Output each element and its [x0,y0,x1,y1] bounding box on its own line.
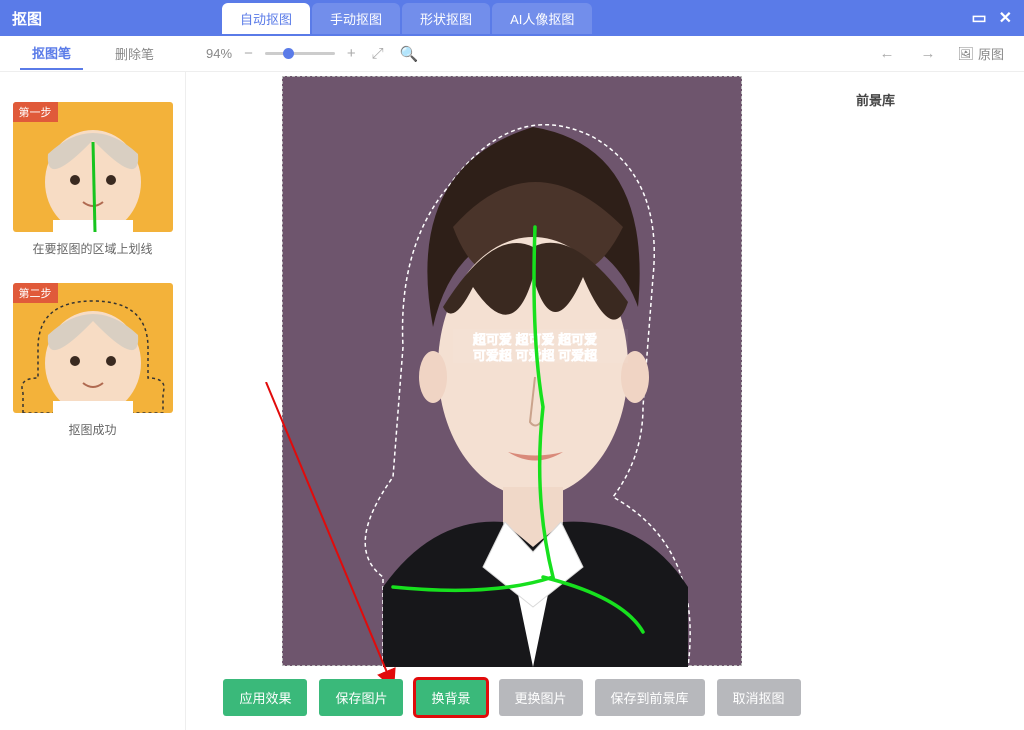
fg-lib-title: 前景库 [856,90,1006,109]
zoom-value: 94% [206,46,232,61]
apply-button[interactable]: 应用效果 [223,679,307,716]
save-fg-button[interactable]: 保存到前景库 [595,679,705,716]
fit-icon[interactable]: ⤢ [368,43,388,64]
minimize-icon[interactable]: ▭ [971,8,986,28]
guide-step1-thumb: 第一步 [13,102,173,232]
guide-step2-thumb: 第二步 [13,283,173,413]
change-image-button[interactable]: 更换图片 [499,679,583,716]
foreground-library-panel: 前景库 [838,72,1024,730]
erase-tool[interactable]: 删除笔 [103,38,166,69]
titlebar: 抠图 自动抠图 手动抠图 形状抠图 AI人像抠图 ▭ ✕ [0,0,1024,36]
image-icon: 🖼 [957,46,974,62]
step1-caption: 在要抠图的区域上划线 [32,240,152,257]
zoom-slider[interactable] [265,52,335,55]
action-bar: 应用效果 保存图片 换背景 更换图片 保存到前景库 取消抠图 [186,679,838,716]
tab-auto[interactable]: 自动抠图 [222,3,310,34]
cancel-button[interactable]: 取消抠图 [717,679,801,716]
step2-caption: 抠图成功 [68,421,116,438]
zoom-out-icon[interactable]: − [240,43,257,64]
editing-canvas[interactable]: 超可爱 超可爱 超可爱 可爱超 可爱超 可爱超 [282,76,742,666]
change-bg-button[interactable]: 换背景 [415,679,486,716]
tab-ai[interactable]: AI人像抠图 [492,3,592,34]
brush-tool[interactable]: 抠图笔 [20,37,83,70]
undo-icon[interactable]: ← [875,43,898,64]
close-icon[interactable]: ✕ [999,8,1012,28]
guide-panel: 第一步 在要抠图的区域上划线 第二步 抠图成功 [0,72,186,730]
magnify-icon[interactable]: 🔍 [396,43,423,65]
zoom-in-icon[interactable]: + [343,43,360,64]
original-button[interactable]: 🖼 原图 [957,44,1004,63]
center-area: 超可爱 超可爱 超可爱 可爱超 可爱超 可爱超 [186,72,838,730]
app-title: 抠图 [12,8,42,29]
save-button[interactable]: 保存图片 [319,679,403,716]
step2-badge: 第二步 [13,283,58,303]
step1-badge: 第一步 [13,102,58,122]
mode-tabs: 自动抠图 手动抠图 形状抠图 AI人像抠图 [222,3,592,34]
tab-shape[interactable]: 形状抠图 [402,3,490,34]
tab-manual[interactable]: 手动抠图 [312,3,400,34]
redo-icon[interactable]: → [916,43,939,64]
toolbar: 抠图笔 删除笔 94% − + ⤢ 🔍 ← → 🖼 原图 [0,36,1024,72]
